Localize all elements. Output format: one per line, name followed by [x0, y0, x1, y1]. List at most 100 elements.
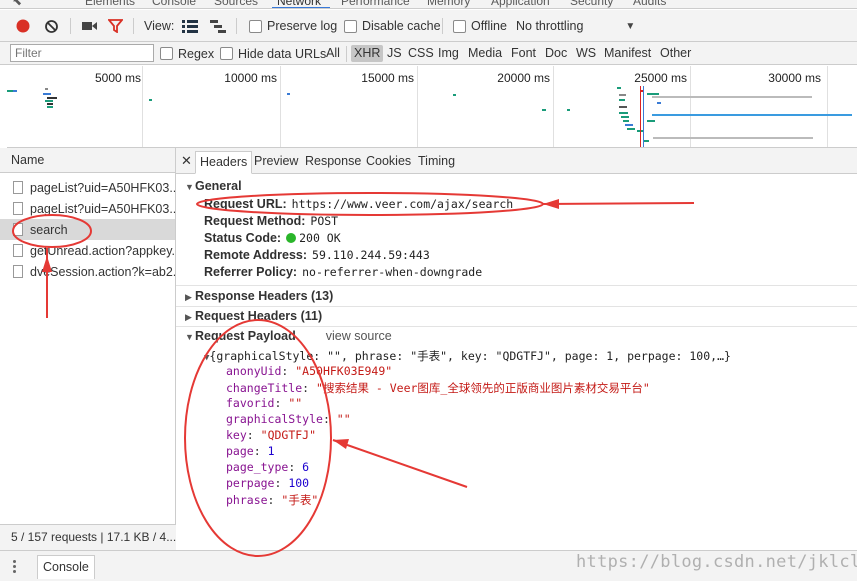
filter-input[interactable]: [10, 44, 154, 62]
clear-button[interactable]: [44, 10, 59, 42]
close-icon[interactable]: ✕: [181, 153, 192, 169]
watermark: https://blog.csdn.net/jklcl: [576, 552, 857, 572]
tab-application[interactable]: Application: [491, 0, 550, 8]
devtools-tab-strip: ⬉ Elements Console Sources Network Perfo…: [0, 0, 857, 9]
throttling-select[interactable]: No throttling ▼: [516, 10, 635, 42]
name-column-header[interactable]: Name: [0, 148, 175, 173]
offline-checkbox[interactable]: Offline: [453, 10, 507, 42]
general-section-header[interactable]: ▼General: [176, 176, 857, 196]
request-row[interactable]: pageList?uid=A50HFK03...: [0, 198, 175, 219]
timeline-request-bar: [47, 106, 53, 108]
referrer-policy-row: Referrer Policy: no-referrer-when-downgra…: [204, 265, 483, 279]
request-payload-section: ▼Request Payload view source ▼{graphicalS…: [176, 326, 857, 526]
timeline-marker-line: [643, 86, 644, 147]
tab-timing[interactable]: Timing: [418, 154, 455, 168]
more-options-icon[interactable]: [13, 560, 17, 574]
timeline-request-bar: [287, 93, 290, 95]
tab-response[interactable]: Response: [305, 154, 361, 168]
type-filter-img[interactable]: Img: [438, 46, 459, 60]
type-filter-css[interactable]: CSS: [408, 46, 434, 60]
toolbar-separator: [70, 18, 71, 34]
toolbar-separator: [442, 18, 443, 34]
tab-console[interactable]: Console: [152, 0, 196, 8]
timeline-request-bar: [45, 100, 53, 102]
tab-elements[interactable]: Elements: [85, 0, 135, 8]
regex-checkbox[interactable]: Regex: [160, 42, 214, 65]
tab-memory[interactable]: Memory: [427, 0, 470, 8]
payload-field: phrase: "手表": [226, 493, 319, 507]
timeline-request-bar: [652, 114, 852, 116]
filter-icon: [108, 19, 123, 33]
chevron-down-icon: ▼: [625, 20, 636, 32]
preserve-log-checkbox[interactable]: Preserve log: [249, 10, 337, 42]
large-rows-toggle[interactable]: [182, 10, 198, 42]
record-button[interactable]: [15, 10, 31, 42]
tab-audits[interactable]: Audits: [633, 0, 666, 8]
request-url-value: https://www.veer.com/ajax/search: [291, 197, 514, 211]
filter-button[interactable]: [108, 10, 123, 42]
request-list: Name pageList?uid=A50HFK03... pageList?u…: [0, 148, 176, 550]
timeline-request-bar: [149, 99, 152, 101]
timeline-tick: 5000 ms: [94, 71, 141, 85]
timeline-marker-line: [640, 86, 641, 147]
type-filter-manifest[interactable]: Manifest: [604, 46, 651, 60]
type-filter-font[interactable]: Font: [511, 46, 536, 60]
tab-headers[interactable]: Headers: [195, 151, 253, 174]
request-row[interactable]: getUnread.action?appkey...: [0, 240, 175, 261]
timeline-request-bar: [627, 128, 635, 130]
timeline-tick: 30000 ms: [768, 71, 821, 85]
disable-cache-checkbox[interactable]: Disable cache: [344, 10, 441, 42]
document-icon: [13, 223, 23, 236]
timeline-request-bar: [647, 93, 659, 95]
timeline-request-bar: [619, 106, 627, 108]
request-headers-header[interactable]: ▶ Request Headers (11): [176, 306, 857, 326]
record-icon: [16, 19, 30, 33]
network-toolbar: View: Preserve log Disable cache Offline…: [0, 10, 857, 42]
referrer-policy-value: no-referrer-when-downgrade: [302, 265, 483, 279]
overview-toggle[interactable]: [210, 10, 226, 42]
view-source-link[interactable]: view source: [326, 329, 392, 343]
timeline-request-bar: [652, 96, 812, 98]
timeline-tick: 10000 ms: [224, 71, 277, 85]
active-tab-indicator: [272, 7, 330, 8]
list-view-icon: [182, 19, 198, 33]
network-overview[interactable]: 5000 ms 10000 ms 15000 ms 20000 ms 25000…: [7, 66, 857, 148]
request-headers-section: ▶ Request Headers (11): [176, 306, 857, 326]
request-url-row: Request URL: https://www.veer.com/ajax/se…: [204, 197, 514, 211]
tab-preview[interactable]: Preview: [254, 154, 298, 168]
payload-field: perpage: 100: [226, 476, 310, 490]
expanded-triangle-icon: ▼: [185, 182, 194, 192]
request-method-value: POST: [310, 214, 339, 228]
screenshot-button[interactable]: [81, 10, 98, 42]
request-payload-header[interactable]: ▼Request Payload view source: [176, 326, 857, 346]
document-icon: [13, 202, 23, 215]
tab-sources[interactable]: Sources: [214, 0, 258, 8]
type-filter-ws[interactable]: WS: [576, 46, 596, 60]
payload-field: changeTitle: "搜索结果 - Veer图库_全球领先的正版商业图片素…: [226, 381, 650, 395]
timeline-tick: 15000 ms: [361, 71, 414, 85]
type-filter-xhr[interactable]: XHR: [351, 45, 384, 62]
request-row-selected[interactable]: search: [0, 219, 175, 240]
response-headers-header[interactable]: ▶ Response Headers (13): [176, 286, 857, 306]
hide-data-urls-checkbox[interactable]: Hide data URLs: [220, 42, 326, 65]
type-filter-media[interactable]: Media: [468, 46, 502, 60]
inspect-icon[interactable]: ⬉: [12, 0, 22, 8]
detail-tab-strip: ✕ Headers Preview Response Cookies Timin…: [176, 148, 857, 174]
type-filter-other[interactable]: Other: [660, 46, 691, 60]
tab-security[interactable]: Security: [570, 0, 613, 8]
timeline-request-bar: [567, 109, 570, 111]
tab-cookies[interactable]: Cookies: [366, 154, 411, 168]
type-filter-js[interactable]: JS: [387, 46, 402, 60]
payload-summary-row[interactable]: ▼{graphicalStyle: "", phrase: "手表", key:…: [204, 348, 731, 364]
type-filter-doc[interactable]: Doc: [545, 46, 567, 60]
response-headers-section: ▶ Response Headers (13): [176, 286, 857, 306]
console-drawer-tab[interactable]: Console: [37, 555, 95, 579]
timeline-tick: 25000 ms: [634, 71, 687, 85]
timeline-request-bar: [623, 120, 629, 122]
type-filter-all[interactable]: All: [326, 46, 340, 60]
timeline-request-bar: [542, 109, 546, 111]
request-row[interactable]: dveSession.action?k=ab2...: [0, 261, 175, 282]
tab-performance[interactable]: Performance: [341, 0, 410, 8]
timeline-request-bar: [453, 94, 456, 96]
request-row[interactable]: pageList?uid=A50HFK03...: [0, 177, 175, 198]
